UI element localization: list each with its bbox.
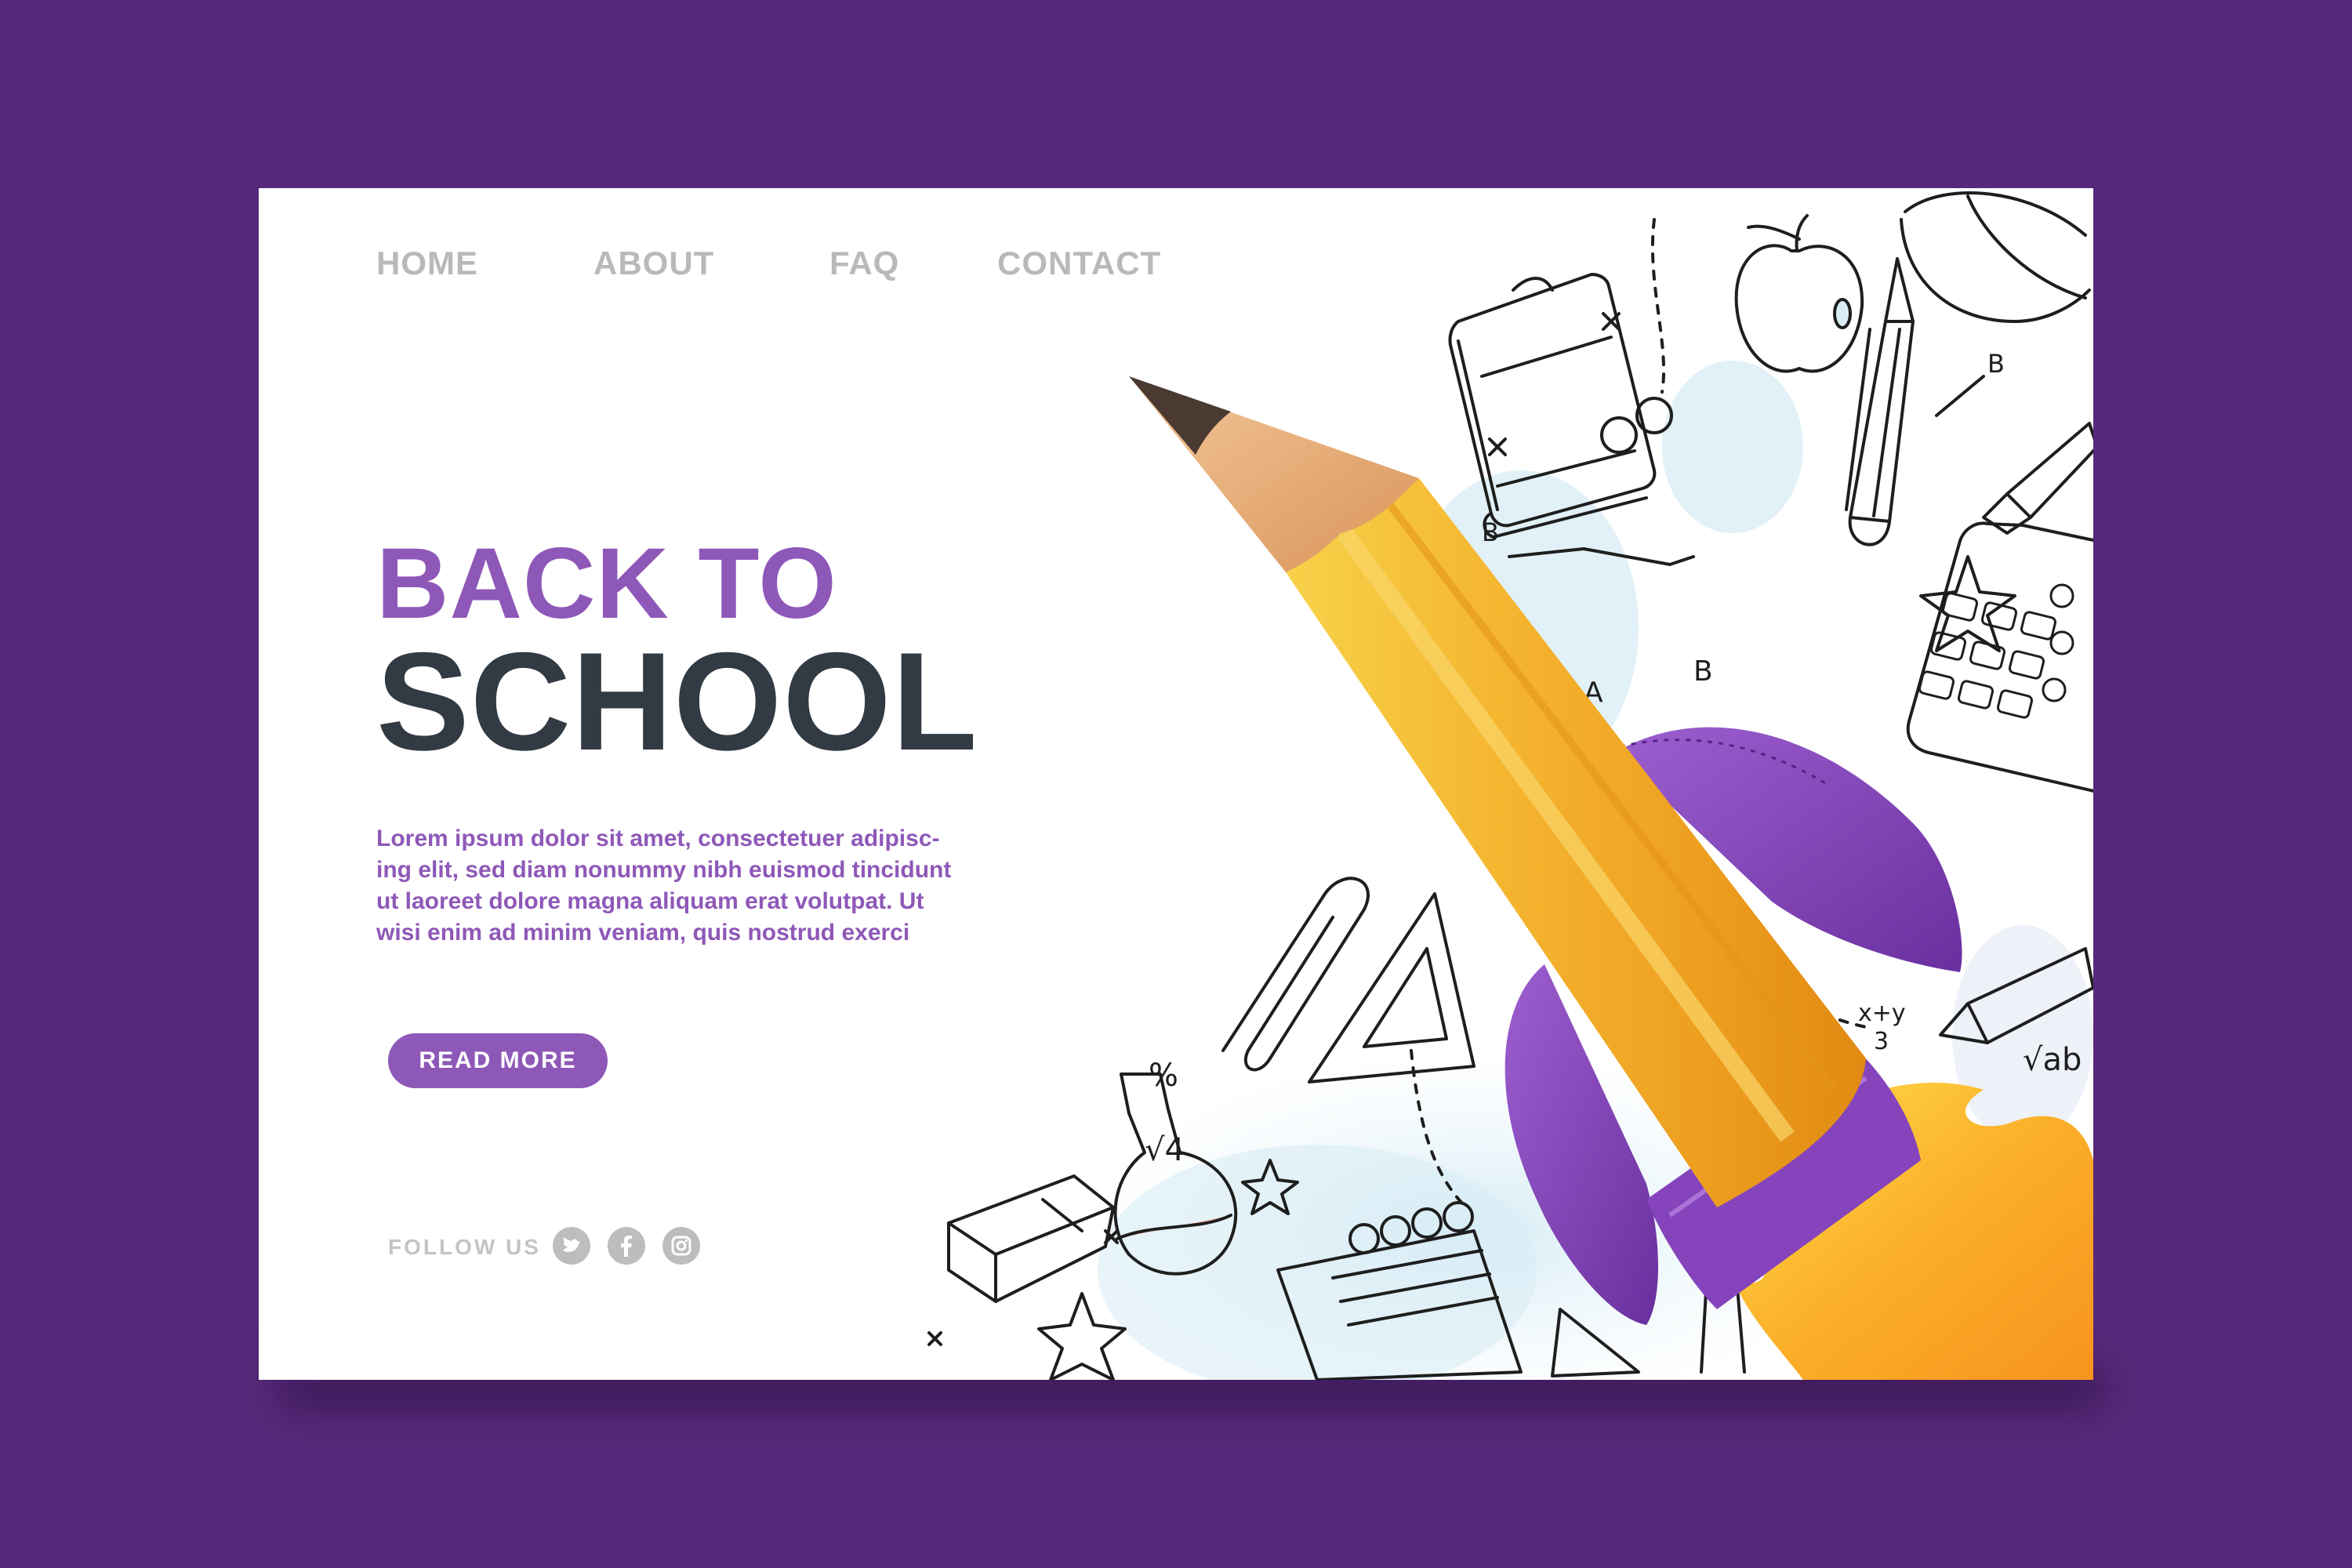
crayon-doodle-icon	[1939, 947, 2093, 1044]
hero-heading: BACK TO SCHOOL	[376, 528, 978, 779]
landing-page-card: A B x+y 3 √ab √4 % B B HOME ABOUT FAQ CO…	[259, 188, 2093, 1380]
doodle-percent: %	[1149, 1058, 1178, 1094]
apple-doodle-icon	[1734, 214, 1864, 373]
star-doodle-icon	[1919, 555, 2016, 652]
doodle-formula: x+y	[1858, 1000, 1906, 1027]
small-pencil-doodle-icon	[1700, 1229, 1746, 1374]
calculator-doodle-icon	[1906, 521, 2093, 793]
scribble	[1512, 277, 1554, 292]
nav-contact-link[interactable]: CONTACT	[997, 245, 1161, 282]
pencil-body	[1286, 478, 1866, 1207]
watercolor-wash	[1082, 361, 2093, 1380]
pencil-doodle-icon	[1845, 257, 1915, 546]
paperclip-doodle-icon	[1221, 877, 1370, 1072]
instagram-icon[interactable]	[662, 1227, 700, 1265]
rocket-wing-front	[1504, 964, 1658, 1325]
flask-doodle-icon	[1113, 1073, 1238, 1276]
twitter-icon[interactable]	[553, 1227, 590, 1265]
doodle-letter-b: B	[1693, 655, 1713, 688]
star-doodle-icon	[1037, 1292, 1127, 1380]
triangle-ruler-doodle-icon	[1308, 892, 1475, 1083]
marker-doodle-icon	[1982, 422, 2093, 535]
hero-description-line: ing elit, sed diam nonummy nibh euismod …	[376, 857, 952, 883]
doodle-sqrt-ab: √ab	[2023, 1042, 2082, 1078]
rocket-flame	[1733, 1083, 2093, 1380]
book-doodle-icon	[1448, 273, 1657, 539]
arrow-doodle	[1508, 547, 1695, 566]
hero-description-line: wisi enim ad minim veniam, quis nostrud …	[376, 920, 910, 946]
ball-doodle-icon	[1900, 191, 2091, 323]
hero-heading-line2: SCHOOL	[376, 623, 978, 779]
dashed-path	[1650, 218, 1666, 394]
x-mark	[927, 1331, 942, 1346]
facebook-icon[interactable]	[608, 1227, 645, 1265]
triangle-doodle-icon	[1551, 1308, 1640, 1377]
dashed-path	[1708, 892, 1867, 1029]
circle-doodle	[1600, 416, 1638, 454]
hero-heading-line1: BACK TO	[376, 528, 837, 640]
x-mark	[1104, 1229, 1119, 1244]
pencil-tip-wood	[1129, 376, 1419, 572]
arrow-doodle	[1417, 555, 1436, 629]
dashed-path	[1410, 1049, 1468, 1209]
hero-description: Lorem ipsum dolor sit amet, consectetuer…	[376, 823, 1027, 949]
hero-description-line: ut laoreet dolore magna aliquam erat vol…	[376, 888, 924, 914]
doodle-sqrt-4: √4	[1145, 1132, 1185, 1168]
doodle-letter-b-top: B	[1987, 349, 2005, 379]
rocket-pencil	[1129, 376, 2093, 1380]
x-mark	[1602, 312, 1621, 331]
hero-description-line: Lorem ipsum dolor sit amet, consectetuer…	[376, 826, 940, 851]
follow-us-label: FOLLOW US	[388, 1235, 541, 1259]
rocket-nozzle	[1646, 1051, 1921, 1309]
circle-doodle	[1635, 397, 1673, 434]
notebook-doodle-icon	[1276, 1201, 1523, 1380]
read-more-button[interactable]: READ MORE	[388, 1033, 608, 1088]
x-mark	[1896, 1159, 1915, 1178]
x-mark	[1488, 437, 1507, 456]
doodle-letter-b-left: B	[1482, 517, 1499, 547]
arrow-doodle	[1935, 375, 1985, 417]
rocket-wing-rear	[1615, 727, 1962, 972]
star-doodle-icon	[1241, 1159, 1299, 1215]
doodle-letter-a: A	[1584, 677, 1603, 709]
nav-about-link[interactable]: ABOUT	[593, 245, 714, 282]
school-doodles	[927, 191, 2093, 1380]
nav-faq-link[interactable]: FAQ	[829, 245, 899, 282]
hero-illustration: A B x+y 3 √ab √4 % B B	[927, 191, 2093, 1380]
nav-home-link[interactable]: HOME	[376, 245, 478, 282]
pencil-graphite	[1129, 376, 1231, 455]
eraser-doodle-icon	[947, 1174, 1115, 1303]
doodle-formula-denominator: 3	[1874, 1028, 1889, 1055]
